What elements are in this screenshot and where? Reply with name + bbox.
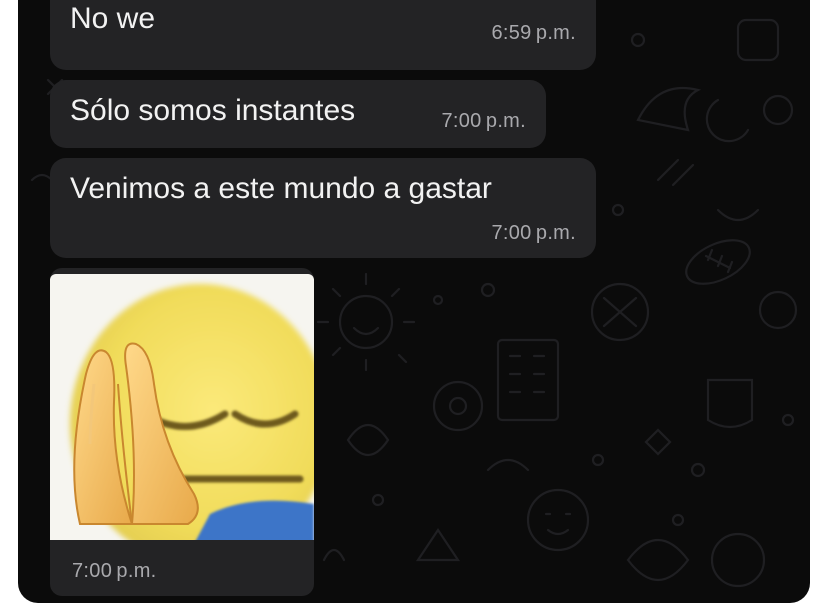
message-text: No we — [70, 2, 156, 35]
message-timestamp: 7:00 p.m. — [72, 560, 157, 582]
message-timestamp: 6:59 p.m. — [491, 22, 576, 44]
message-text: Sólo somos instantes — [70, 94, 356, 127]
message-bubble[interactable]: Venimos a este mundo a gastar 7:00 p.m. — [50, 158, 596, 258]
message-bubble[interactable]: Sólo somos instantes 7:00 p.m. — [50, 80, 546, 148]
message-timestamp: 7:00 p.m. — [491, 222, 576, 244]
image-message-bubble[interactable]: 7:00 p.m. — [50, 268, 314, 596]
message-text: Venimos a este mundo a gastar — [70, 172, 492, 205]
praying-emoji-image — [50, 274, 314, 540]
message-timestamp: 7:00 p.m. — [441, 110, 526, 132]
message-bubble[interactable]: No we 6:59 p.m. — [50, 0, 596, 70]
chat-area[interactable]: No we 6:59 p.m. Sólo somos instantes 7:0… — [18, 0, 810, 603]
image-attachment[interactable] — [50, 274, 314, 540]
